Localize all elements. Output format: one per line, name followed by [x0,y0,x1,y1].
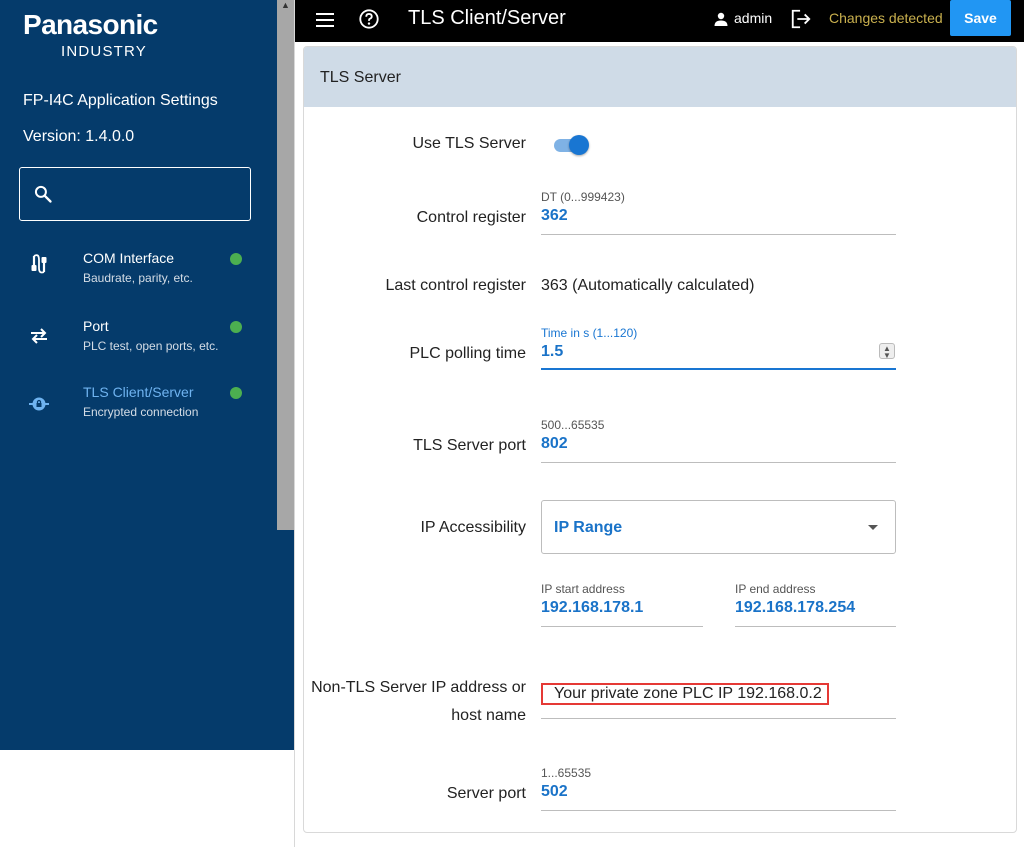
ip-accessibility-label: IP Accessibility [420,519,526,536]
save-button[interactable]: Save [950,0,1011,36]
scroll-up-arrow-icon[interactable]: ▲ [281,0,290,10]
server-port-label: Server port [446,785,526,802]
tls-server-card: TLS Server Use TLS Server Control regist… [303,46,1017,833]
control-register-underline [541,234,896,235]
use-tls-toggle-knob[interactable] [569,135,589,155]
server-port-underline [541,810,896,811]
ip-accessibility-select[interactable]: IP Range [541,500,896,554]
sidebar-item-subtitle: PLC test, open ports, etc. [83,339,219,353]
help-icon[interactable] [358,8,380,30]
server-port-input[interactable]: 502 [541,783,568,801]
app-title: FP-I4C Application Settings [23,92,218,109]
menu-icon[interactable] [315,10,335,30]
top-bar: TLS Client/Server admin Changes detected… [295,0,1024,42]
sidebar-item-title: Port [83,318,109,334]
status-dot [230,253,242,265]
control-register-label: Control register [416,209,526,226]
tls-port-hint: 500...65535 [541,418,605,432]
sidebar: Panasonic INDUSTRY FP-I4C Application Se… [0,0,277,750]
logout-icon[interactable] [790,8,812,30]
control-register-input[interactable]: 362 [541,207,568,225]
ip-end-hint: IP end address [735,582,816,596]
sidebar-item-subtitle: Encrypted connection [83,405,199,419]
app-version: Version: 1.4.0.0 [23,128,135,145]
page-title: TLS Client/Server [408,7,566,29]
plc-polling-input[interactable]: 1.5 [541,343,563,361]
non-tls-label-line1: Non-TLS Server IP address or [311,679,526,696]
control-register-hint: DT (0...999423) [541,190,625,204]
ip-end-input[interactable]: 192.168.178.254 [735,599,855,617]
use-tls-label: Use TLS Server [412,135,526,152]
non-tls-address-input[interactable]: Your private zone PLC IP 192.168.0.2 [541,683,829,705]
search-icon [34,185,52,203]
ip-start-underline [541,626,703,627]
last-control-register-value: 363 (Automatically calculated) [541,277,755,294]
non-tls-underline [541,718,896,719]
status-dot [230,387,242,399]
non-tls-label-line2: host name [451,707,526,724]
lock-network-icon [29,397,49,411]
sidebar-scrollbar-thumb[interactable] [277,0,294,530]
server-port-hint: 1...65535 [541,766,592,780]
sidebar-item-subtitle: Baudrate, parity, etc. [83,271,193,285]
swap-arrows-icon [31,328,47,344]
sidebar-item-title: COM Interface [83,250,175,266]
plc-polling-underline [541,368,896,370]
plc-polling-hint: Time in s (1...120) [541,326,638,340]
ip-start-input[interactable]: 192.168.178.1 [541,599,643,617]
cable-icon [31,254,47,274]
last-control-register-label: Last control register [385,277,526,294]
tls-port-underline [541,462,896,463]
card-title: TLS Server [320,69,401,86]
ip-start-hint: IP start address [541,582,625,596]
tls-port-label: TLS Server port [413,437,526,454]
ip-end-underline [735,626,896,627]
user-name: admin [734,10,773,26]
status-dot [230,321,242,333]
user-icon [714,12,728,26]
plc-polling-label: PLC polling time [409,345,527,362]
logo-industry: INDUSTRY [61,43,147,60]
card-header: TLS Server [304,47,1016,107]
divider [294,0,295,847]
plc-polling-stepper[interactable]: ▲ ▼ [879,343,895,360]
ip-accessibility-value: IP Range [554,519,623,536]
sidebar-item-title: TLS Client/Server [83,384,194,400]
sidebar-item-tls-client-server[interactable]: TLS Client/Server Encrypted connection [0,384,277,440]
tls-port-input[interactable]: 802 [541,435,568,453]
search-input[interactable] [19,167,251,221]
sidebar-item-com-interface[interactable]: COM Interface Baudrate, parity, etc. [0,250,277,306]
chevron-down-icon [868,525,878,530]
sidebar-item-port[interactable]: Port PLC test, open ports, etc. [0,318,277,374]
logo-panasonic: Panasonic [23,9,158,40]
changes-detected-status: Changes detected [829,10,943,26]
